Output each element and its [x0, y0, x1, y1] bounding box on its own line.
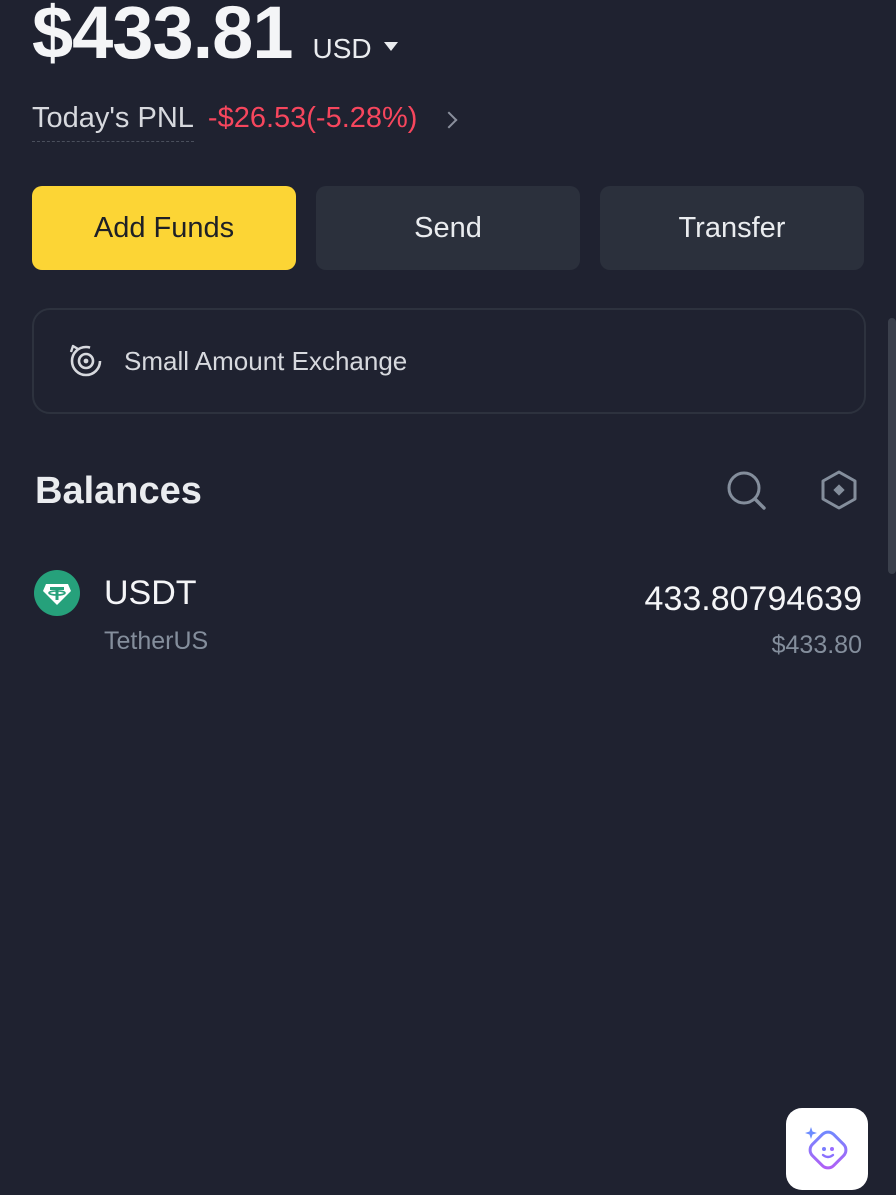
currency-selector[interactable]: USD	[313, 33, 398, 65]
total-balance-row: $433.81 USD	[32, 0, 398, 78]
pnl-label: Today's PNL	[32, 102, 194, 142]
small-exchange-icon	[69, 344, 102, 377]
total-balance-value: $433.81	[32, 0, 293, 74]
pnl-value: -$26.53(-5.28%)	[207, 101, 418, 134]
tether-logo-icon	[34, 570, 80, 616]
small-amount-exchange-label: Small Amount Exchange	[124, 345, 408, 376]
hexagon-settings-icon[interactable]	[815, 466, 863, 514]
send-button[interactable]: Send	[316, 186, 580, 270]
ai-assistant-button[interactable]	[786, 1108, 868, 1190]
small-amount-exchange-card[interactable]: Small Amount Exchange	[32, 308, 866, 414]
asset-name: TetherUS	[104, 627, 209, 655]
asset-fiat-value: $433.80	[771, 631, 862, 659]
scrollbar[interactable]	[888, 318, 896, 574]
balance-list-item[interactable]: USDT TetherUS 433.80794639 $433.80	[32, 568, 862, 668]
caret-down-icon	[383, 41, 398, 51]
add-funds-button[interactable]: Add Funds	[32, 186, 296, 270]
currency-label: USD	[312, 33, 372, 64]
asset-amount: 433.80794639	[644, 580, 862, 618]
transfer-button[interactable]: Transfer	[600, 186, 864, 270]
todays-pnl-row[interactable]: Today's PNL -$26.53(-5.28%)	[32, 96, 458, 142]
asset-symbol: USDT	[104, 574, 197, 612]
ai-assistant-icon	[805, 1127, 848, 1170]
chevron-right-icon	[440, 111, 458, 129]
search-icon[interactable]	[722, 466, 770, 514]
balances-title: Balances	[35, 470, 202, 512]
